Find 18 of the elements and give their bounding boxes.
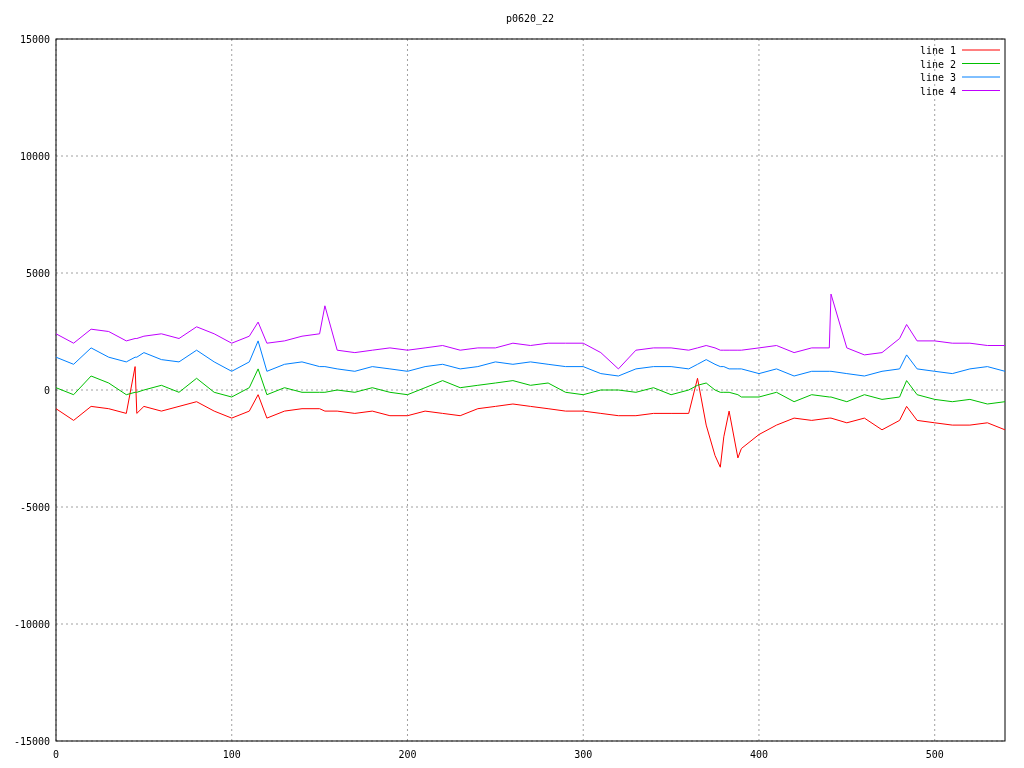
legend-label: line 1 [919, 45, 956, 56]
axis-tick-label: 0 [43, 385, 50, 396]
axis-tick-label: 100 [222, 749, 241, 760]
chart-title: p0620_22 [505, 13, 555, 24]
legend-label: line 2 [919, 58, 956, 70]
axis-tick-label: 500 [925, 749, 944, 760]
axis-tick-label: -15000 [13, 736, 50, 747]
legend-label: line 4 [919, 85, 956, 97]
axis-tick-label: -5000 [19, 502, 50, 513]
axis-tick-label: 300 [574, 749, 593, 760]
axis-tick-label: 200 [398, 749, 417, 760]
axis-tick-label: 0 [53, 749, 59, 760]
legend-label: line 3 [919, 72, 956, 83]
axis-tick-label: 15000 [19, 34, 50, 45]
axis-tick-label: 10000 [19, 151, 50, 162]
axis-tick-label: 5000 [25, 268, 50, 279]
axis-tick-label: 400 [749, 749, 768, 760]
axis-tick-label: -10000 [13, 619, 50, 630]
